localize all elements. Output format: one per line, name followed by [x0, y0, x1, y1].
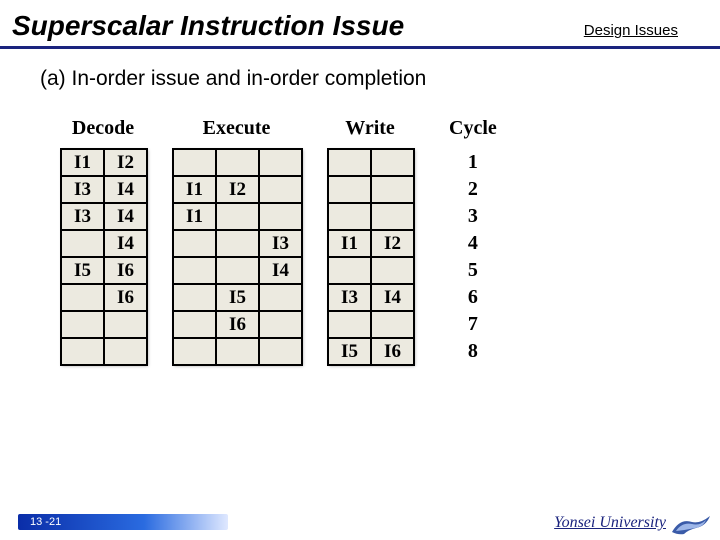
cycle-column: Cycle 12345678 [449, 117, 497, 364]
cycle-value: 3 [453, 202, 493, 231]
stage-decode: Decode I1I3I3I5 I2I4I4I4I6I6 [60, 117, 146, 364]
cycle-value: 4 [453, 229, 493, 258]
execute-cell [172, 283, 217, 312]
decode-cell: I4 [103, 229, 148, 258]
execute-cell [215, 202, 260, 231]
decode-grid: I1I3I3I5 I2I4I4I4I6I6 [60, 148, 146, 364]
pipeline-diagram: Decode I1I3I3I5 I2I4I4I4I6I6 Execute I1I… [60, 117, 720, 364]
decode-cell: I4 [103, 175, 148, 204]
write-cell [370, 202, 415, 231]
write-cell: I6 [370, 337, 415, 366]
slide-header: Superscalar Instruction Issue Design Iss… [0, 0, 720, 49]
decode-cell: I1 [60, 148, 105, 177]
decode-cell: I2 [103, 148, 148, 177]
write-cell: I1 [327, 229, 372, 258]
write-cell: I2 [370, 229, 415, 258]
write-cell [327, 256, 372, 285]
decode-cell: I3 [60, 202, 105, 231]
decode-cell [60, 337, 105, 366]
stage-header-write: Write [345, 117, 395, 141]
write-cell [327, 202, 372, 231]
cycle-value: 6 [453, 283, 493, 312]
execute-cell [215, 337, 260, 366]
execute-cell [172, 310, 217, 339]
execute-cell: I1 [172, 202, 217, 231]
write-cell [327, 148, 372, 177]
execute-grid: I1I1 I2 I5I6 I3I4 [172, 148, 301, 364]
write-cell [370, 310, 415, 339]
execute-cell [172, 256, 217, 285]
execute-cell [258, 337, 303, 366]
decode-cell: I6 [103, 283, 148, 312]
execute-cell [172, 337, 217, 366]
eagle-logo-icon [670, 512, 712, 536]
section-label: Design Issues [584, 22, 678, 39]
decode-cell: I6 [103, 256, 148, 285]
cycle-value: 7 [453, 310, 493, 339]
execute-cell [258, 175, 303, 204]
write-cell: I3 [327, 283, 372, 312]
university-label: Yonsei University [554, 514, 666, 532]
execute-cell [172, 229, 217, 258]
execute-cell: I4 [258, 256, 303, 285]
decode-cell [60, 229, 105, 258]
stage-write: Write I1 I3 I5 I2 I4 I6 [327, 117, 413, 364]
write-cell: I5 [327, 337, 372, 366]
execute-cell [215, 148, 260, 177]
execute-cell [258, 310, 303, 339]
stage-header-cycle: Cycle [449, 117, 497, 141]
execute-cell [258, 283, 303, 312]
write-cell [370, 175, 415, 204]
execute-cell [258, 202, 303, 231]
slide-title: Superscalar Instruction Issue [12, 10, 404, 42]
cycle-value: 2 [453, 175, 493, 204]
execute-cell: I1 [172, 175, 217, 204]
write-cell: I4 [370, 283, 415, 312]
execute-cell [215, 229, 260, 258]
execute-cell: I5 [215, 283, 260, 312]
cycle-value: 5 [453, 256, 493, 285]
execute-cell: I6 [215, 310, 260, 339]
decode-cell: I3 [60, 175, 105, 204]
cycle-value: 1 [453, 148, 493, 177]
decode-cell [60, 310, 105, 339]
cycle-value: 8 [453, 337, 493, 366]
slide-footer: 13 -21 Yonsei University [0, 510, 720, 540]
stage-execute: Execute I1I1 I2 I5I6 I3I4 [172, 117, 301, 364]
decode-cell [103, 337, 148, 366]
decode-cell [60, 283, 105, 312]
execute-cell [215, 256, 260, 285]
execute-cell: I2 [215, 175, 260, 204]
stage-header-execute: Execute [203, 117, 271, 141]
execute-cell [258, 148, 303, 177]
write-grid: I1 I3 I5 I2 I4 I6 [327, 148, 413, 364]
execute-cell: I3 [258, 229, 303, 258]
decode-cell [103, 310, 148, 339]
write-cell [370, 256, 415, 285]
execute-cell [172, 148, 217, 177]
stage-header-decode: Decode [72, 117, 134, 141]
decode-cell: I5 [60, 256, 105, 285]
write-cell [327, 175, 372, 204]
subtitle: (a) In-order issue and in-order completi… [0, 49, 720, 91]
write-cell [370, 148, 415, 177]
page-number: 13 -21 [30, 516, 61, 528]
decode-cell: I4 [103, 202, 148, 231]
write-cell [327, 310, 372, 339]
